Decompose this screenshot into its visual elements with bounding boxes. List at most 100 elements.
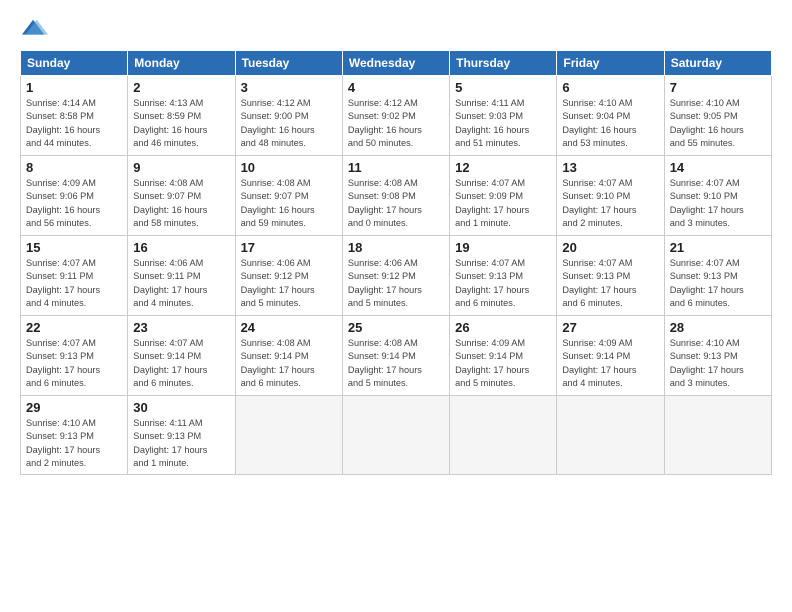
day-number: 1	[26, 80, 122, 95]
day-number: 12	[455, 160, 551, 175]
calendar-cell: 20 Sunrise: 4:07 AM Sunset: 9:13 PM Dayli…	[557, 236, 664, 316]
day-number: 26	[455, 320, 551, 335]
calendar-cell	[450, 396, 557, 475]
weekday-header-sunday: Sunday	[21, 51, 128, 76]
day-info: Sunrise: 4:09 AM Sunset: 9:14 PM Dayligh…	[455, 337, 551, 390]
day-info: Sunrise: 4:12 AM Sunset: 9:00 PM Dayligh…	[241, 97, 337, 150]
calendar-header: SundayMondayTuesdayWednesdayThursdayFrid…	[21, 51, 772, 76]
calendar-cell	[342, 396, 449, 475]
calendar-cell: 28 Sunrise: 4:10 AM Sunset: 9:13 PM Dayli…	[664, 316, 771, 396]
day-number: 27	[562, 320, 658, 335]
day-info: Sunrise: 4:10 AM Sunset: 9:13 PM Dayligh…	[670, 337, 766, 390]
calendar-cell: 27 Sunrise: 4:09 AM Sunset: 9:14 PM Dayli…	[557, 316, 664, 396]
day-info: Sunrise: 4:11 AM Sunset: 9:13 PM Dayligh…	[133, 417, 229, 470]
page: SundayMondayTuesdayWednesdayThursdayFrid…	[0, 0, 792, 612]
calendar-cell: 12Sunrise: 4:07 AM Sunset: 9:09 PM Dayli…	[450, 156, 557, 236]
calendar-cell: 23 Sunrise: 4:07 AM Sunset: 9:14 PM Dayli…	[128, 316, 235, 396]
day-number: 20	[562, 240, 658, 255]
day-info: Sunrise: 4:08 AM Sunset: 9:14 PM Dayligh…	[348, 337, 444, 390]
day-info: Sunrise: 4:14 AM Sunset: 8:58 PM Dayligh…	[26, 97, 122, 150]
logo-icon	[20, 16, 48, 44]
day-number: 5	[455, 80, 551, 95]
day-number: 10	[241, 160, 337, 175]
day-info: Sunrise: 4:09 AM Sunset: 9:14 PM Dayligh…	[562, 337, 658, 390]
calendar-cell: 26 Sunrise: 4:09 AM Sunset: 9:14 PM Dayli…	[450, 316, 557, 396]
weekday-header-thursday: Thursday	[450, 51, 557, 76]
day-info: Sunrise: 4:12 AM Sunset: 9:02 PM Dayligh…	[348, 97, 444, 150]
weekday-header-row: SundayMondayTuesdayWednesdayThursdayFrid…	[21, 51, 772, 76]
day-info: Sunrise: 4:11 AM Sunset: 9:03 PM Dayligh…	[455, 97, 551, 150]
calendar-week-row: 1 Sunrise: 4:14 AM Sunset: 8:58 PM Daylig…	[21, 76, 772, 156]
day-number: 21	[670, 240, 766, 255]
calendar-cell: 7Sunrise: 4:10 AM Sunset: 9:05 PM Daylig…	[664, 76, 771, 156]
calendar-cell: 18 Sunrise: 4:06 AM Sunset: 9:12 PM Dayli…	[342, 236, 449, 316]
day-number: 13	[562, 160, 658, 175]
weekday-header-friday: Friday	[557, 51, 664, 76]
day-info: Sunrise: 4:06 AM Sunset: 9:11 PM Dayligh…	[133, 257, 229, 310]
calendar-cell: 3Sunrise: 4:12 AM Sunset: 9:00 PM Daylig…	[235, 76, 342, 156]
day-number: 22	[26, 320, 122, 335]
calendar-cell	[664, 396, 771, 475]
weekday-header-wednesday: Wednesday	[342, 51, 449, 76]
calendar-cell: 15 Sunrise: 4:07 AM Sunset: 9:11 PM Dayli…	[21, 236, 128, 316]
day-number: 29	[26, 400, 122, 415]
calendar-week-row: 15 Sunrise: 4:07 AM Sunset: 9:11 PM Dayli…	[21, 236, 772, 316]
day-number: 23	[133, 320, 229, 335]
day-number: 25	[348, 320, 444, 335]
calendar-cell: 24 Sunrise: 4:08 AM Sunset: 9:14 PM Dayli…	[235, 316, 342, 396]
calendar-cell: 9 Sunrise: 4:08 AM Sunset: 9:07 PM Daylig…	[128, 156, 235, 236]
day-info: Sunrise: 4:07 AM Sunset: 9:13 PM Dayligh…	[562, 257, 658, 310]
calendar-cell: 1 Sunrise: 4:14 AM Sunset: 8:58 PM Daylig…	[21, 76, 128, 156]
calendar-cell: 10 Sunrise: 4:08 AM Sunset: 9:07 PM Dayli…	[235, 156, 342, 236]
day-info: Sunrise: 4:07 AM Sunset: 9:13 PM Dayligh…	[670, 257, 766, 310]
day-info: Sunrise: 4:08 AM Sunset: 9:07 PM Dayligh…	[133, 177, 229, 230]
calendar-week-row: 22 Sunrise: 4:07 AM Sunset: 9:13 PM Dayli…	[21, 316, 772, 396]
calendar-cell: 2 Sunrise: 4:13 AM Sunset: 8:59 PM Daylig…	[128, 76, 235, 156]
day-info: Sunrise: 4:06 AM Sunset: 9:12 PM Dayligh…	[348, 257, 444, 310]
weekday-header-saturday: Saturday	[664, 51, 771, 76]
calendar-cell: 29 Sunrise: 4:10 AM Sunset: 9:13 PM Dayli…	[21, 396, 128, 475]
calendar-week-row: 29 Sunrise: 4:10 AM Sunset: 9:13 PM Dayli…	[21, 396, 772, 475]
day-number: 15	[26, 240, 122, 255]
day-info: Sunrise: 4:07 AM Sunset: 9:13 PM Dayligh…	[455, 257, 551, 310]
calendar-cell: 16 Sunrise: 4:06 AM Sunset: 9:11 PM Dayli…	[128, 236, 235, 316]
day-number: 4	[348, 80, 444, 95]
day-info: Sunrise: 4:08 AM Sunset: 9:08 PM Dayligh…	[348, 177, 444, 230]
day-info: Sunrise: 4:08 AM Sunset: 9:07 PM Dayligh…	[241, 177, 337, 230]
calendar-cell: 13 Sunrise: 4:07 AM Sunset: 9:10 PM Dayli…	[557, 156, 664, 236]
day-number: 28	[670, 320, 766, 335]
calendar-cell: 21 Sunrise: 4:07 AM Sunset: 9:13 PM Dayli…	[664, 236, 771, 316]
day-info: Sunrise: 4:08 AM Sunset: 9:14 PM Dayligh…	[241, 337, 337, 390]
calendar-cell: 22 Sunrise: 4:07 AM Sunset: 9:13 PM Dayli…	[21, 316, 128, 396]
calendar-cell: 4 Sunrise: 4:12 AM Sunset: 9:02 PM Daylig…	[342, 76, 449, 156]
day-info: Sunrise: 4:10 AM Sunset: 9:05 PM Dayligh…	[670, 97, 766, 150]
weekday-header-tuesday: Tuesday	[235, 51, 342, 76]
day-info: Sunrise: 4:10 AM Sunset: 9:13 PM Dayligh…	[26, 417, 122, 470]
calendar-table: SundayMondayTuesdayWednesdayThursdayFrid…	[20, 50, 772, 475]
day-info: Sunrise: 4:10 AM Sunset: 9:04 PM Dayligh…	[562, 97, 658, 150]
day-number: 18	[348, 240, 444, 255]
calendar-week-row: 8Sunrise: 4:09 AM Sunset: 9:06 PM Daylig…	[21, 156, 772, 236]
calendar-cell: 30 Sunrise: 4:11 AM Sunset: 9:13 PM Dayli…	[128, 396, 235, 475]
day-info: Sunrise: 4:07 AM Sunset: 9:10 PM Dayligh…	[562, 177, 658, 230]
day-info: Sunrise: 4:07 AM Sunset: 9:10 PM Dayligh…	[670, 177, 766, 230]
day-number: 14	[670, 160, 766, 175]
day-info: Sunrise: 4:07 AM Sunset: 9:11 PM Dayligh…	[26, 257, 122, 310]
weekday-header-monday: Monday	[128, 51, 235, 76]
calendar-cell	[557, 396, 664, 475]
day-number: 16	[133, 240, 229, 255]
day-info: Sunrise: 4:13 AM Sunset: 8:59 PM Dayligh…	[133, 97, 229, 150]
day-number: 24	[241, 320, 337, 335]
day-number: 8	[26, 160, 122, 175]
calendar-cell: 6Sunrise: 4:10 AM Sunset: 9:04 PM Daylig…	[557, 76, 664, 156]
header	[20, 16, 772, 44]
calendar-cell: 8Sunrise: 4:09 AM Sunset: 9:06 PM Daylig…	[21, 156, 128, 236]
day-number: 9	[133, 160, 229, 175]
day-number: 30	[133, 400, 229, 415]
day-info: Sunrise: 4:07 AM Sunset: 9:14 PM Dayligh…	[133, 337, 229, 390]
calendar-cell	[235, 396, 342, 475]
calendar-cell: 25 Sunrise: 4:08 AM Sunset: 9:14 PM Dayli…	[342, 316, 449, 396]
day-info: Sunrise: 4:07 AM Sunset: 9:13 PM Dayligh…	[26, 337, 122, 390]
calendar-cell: 14 Sunrise: 4:07 AM Sunset: 9:10 PM Dayli…	[664, 156, 771, 236]
day-number: 2	[133, 80, 229, 95]
